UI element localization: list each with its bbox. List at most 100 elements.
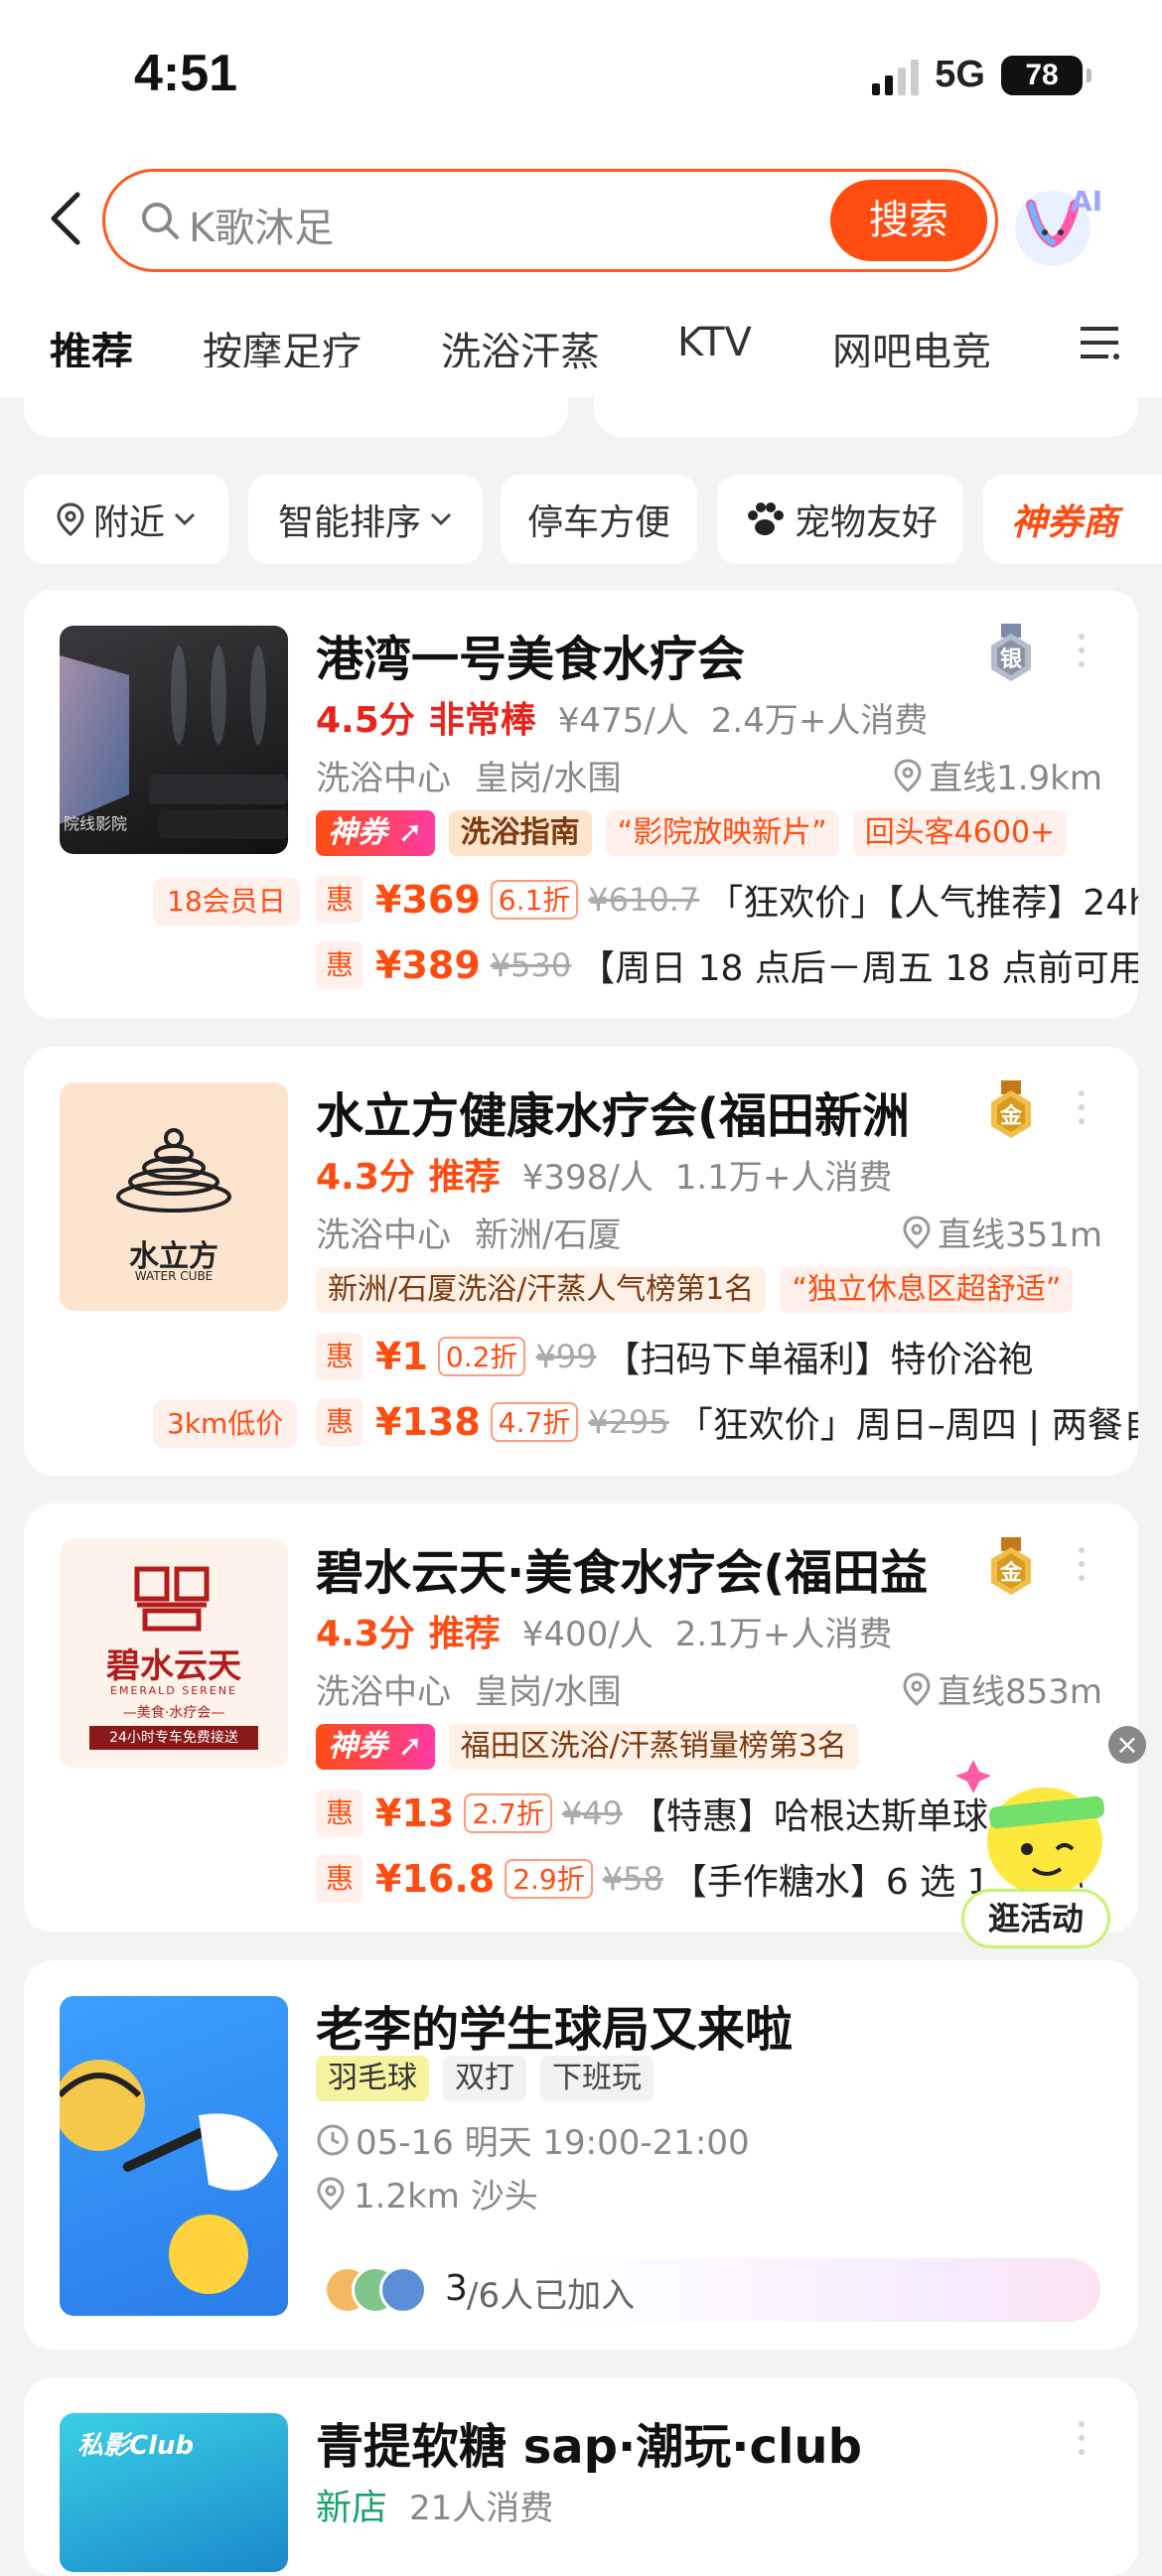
medal-label: 银: [999, 647, 1022, 672]
deal-description: 「狂欢价」【人气推荐】24h: [707, 883, 1138, 924]
filter-label: 宠物友好: [794, 502, 938, 543]
time-tag: 下班玩: [540, 2056, 654, 2101]
deal-row[interactable]: 惠 ¥1 0.2折 ¥99 【扫码下单福利】特价浴袍: [316, 1331, 1034, 1382]
location-icon: [57, 502, 84, 536]
chevron-down-icon: [174, 512, 196, 526]
location-icon: [903, 1671, 931, 1706]
medal-label: 金: [999, 1104, 1022, 1129]
merchant-title: 水立方健康水疗会(福田新洲: [316, 1088, 910, 1144]
new-store-label: 新店: [316, 2488, 388, 2528]
distance-label: 直线853m: [937, 1672, 1102, 1712]
deal-row[interactable]: 惠 ¥138 4.7折 ¥295 「狂欢价」周日–周四 | 两餐自: [316, 1396, 1138, 1448]
thumbnail-logo-sub2: —美食·水疗会—: [122, 1705, 225, 1721]
gold-medal-icon: 金: [987, 1537, 1035, 1597]
close-icon[interactable]: ×: [1108, 1726, 1146, 1764]
thumbnail-logo-text: 碧水云天: [106, 1646, 241, 1686]
menu-icon[interactable]: [1079, 324, 1124, 363]
distance-label: 直线1.9km: [929, 759, 1102, 798]
deal-row[interactable]: 惠 ¥13 2.7折 ¥49 【特惠】哈根达斯单球: [316, 1788, 988, 1839]
rating-word: 推荐: [428, 1157, 501, 1198]
thumbnail-caption: 私影Club: [77, 2431, 195, 2461]
activity-location: 1.2km 沙头: [354, 2177, 538, 2217]
filter-bar: 附近 智能排序 停车方便 宠物友好 神券商: [24, 475, 1162, 564]
deal-price: ¥138: [375, 1400, 481, 1444]
deal-badge: 惠: [316, 941, 363, 989]
network-label: 5G: [935, 54, 985, 95]
filter-coupon-merchant[interactable]: 神券商: [983, 475, 1162, 564]
filter-sort[interactable]: 智能排序: [248, 475, 483, 564]
clock-icon: [317, 2124, 349, 2155]
guide-tag: 洗浴指南: [448, 810, 592, 856]
thumbnail-caption: 院线影院: [64, 814, 128, 833]
more-options-icon[interactable]: [1079, 1090, 1087, 1124]
consume-count: 1.1万+人消费: [674, 1157, 893, 1198]
activity-widget-label[interactable]: 逛活动: [961, 1889, 1110, 1948]
deal-description: 【特惠】哈根达斯单球: [630, 1796, 988, 1837]
search-button[interactable]: 搜索: [830, 180, 987, 261]
activity-float-widget[interactable]: × 逛活动: [953, 1726, 1148, 1954]
search-placeholder[interactable]: K歌沐足: [189, 196, 334, 253]
deal-price: ¥16.8: [375, 1857, 496, 1901]
activity-thumbnail: [60, 1996, 288, 2316]
signal-icon: [872, 56, 920, 95]
search-box[interactable]: K歌沐足 搜索: [102, 169, 998, 272]
filter-label: 停车方便: [526, 502, 670, 543]
deal-description: 【扫码下单福利】特价浴袍: [604, 1340, 1034, 1380]
deal-discount: 4.7折: [490, 1402, 579, 1442]
more-options-icon[interactable]: [1079, 634, 1087, 667]
merchant-title: 青提软糖 sap·潮玩·club: [316, 2419, 862, 2475]
paw-icon: [747, 502, 784, 535]
merchant-card[interactable]: 私影Club 青提软糖 sap·潮玩·club 新店 21人消费: [24, 2377, 1138, 2576]
merchant-card[interactable]: 水立方 WATER CUBE 水立方健康水疗会(福田新洲 金 4.3分 推荐 ¥…: [24, 1047, 1138, 1476]
activity-card[interactable]: 老李的学生球局又来啦 羽毛球 双打 下班玩 05-16 明天 19:00-21:…: [24, 1960, 1138, 2350]
deal-original-price: ¥295: [588, 1403, 669, 1441]
deal-original-price: ¥49: [561, 1794, 623, 1832]
activity-time: 05-16 明天 19:00-21:00: [356, 2123, 750, 2163]
deal-original-price: ¥58: [602, 1860, 663, 1898]
ai-assistant-icon[interactable]: AI: [1009, 177, 1118, 272]
deal-row[interactable]: 惠 ¥369 6.1折 ¥610.7 「狂欢价」【人气推荐】24h: [316, 874, 1138, 926]
distance: 直线1.9km: [893, 751, 1102, 799]
rating-score: 4.5分: [316, 700, 415, 741]
activity-title: 老李的学生球局又来啦: [316, 2002, 794, 2058]
more-options-icon[interactable]: [1079, 2421, 1087, 2455]
rating-word: 推荐: [428, 1614, 501, 1654]
filter-parking[interactable]: 停车方便: [501, 475, 697, 564]
ranking-tag: 新洲/石厦洗浴/汗蒸人气榜第1名: [316, 1267, 767, 1313]
location-icon: [317, 2176, 345, 2211]
merchant-title: 港湾一号美食水疗会: [316, 632, 746, 687]
deal-row[interactable]: 惠 ¥389 ¥530 【周日 18 点后－周五 18 点前可用】: [316, 939, 1138, 991]
merchant-area: 皇岗/水围: [475, 1672, 622, 1712]
merchant-card[interactable]: 院线影院 港湾一号美食水疗会 银 4.5分 非常棒 ¥475/人 2.4万+人消…: [24, 590, 1138, 1019]
consume-count: 2.4万+人消费: [710, 700, 929, 741]
filter-pet-friendly[interactable]: 宠物友好: [717, 475, 963, 564]
rating-score: 4.3分: [316, 1614, 415, 1654]
mascot-icon: [955, 1760, 1105, 1895]
location-icon: [894, 758, 922, 792]
consume-count: 21人消费: [409, 2488, 554, 2528]
merchant-thumbnail: 私影Club: [60, 2413, 288, 2572]
deal-badge: 惠: [316, 1789, 363, 1837]
merchant-category: 洗浴中心: [316, 759, 451, 798]
tab-ktv[interactable]: KTV: [677, 320, 752, 365]
deal-badge: 惠: [316, 1398, 363, 1446]
merchant-thumbnail: 水立方 WATER CUBE: [60, 1082, 288, 1311]
merchant-area: 皇岗/水围: [475, 759, 622, 798]
filter-nearby[interactable]: 附近: [24, 475, 228, 564]
thumbnail-banner: 24小时专车免费接送: [89, 1726, 258, 1750]
silver-medal-icon: 银: [987, 624, 1035, 683]
filter-label: 智能排序: [277, 502, 421, 543]
back-arrow-icon[interactable]: [46, 191, 85, 246]
coupon-tag: 神券 ➚: [316, 810, 435, 856]
gold-medal-icon: 金: [987, 1080, 1035, 1140]
participants-bar[interactable]: 3 /6人已加入: [316, 2258, 1100, 2322]
thumbnail-logo-sub: EMERALD SERENE: [110, 1684, 237, 1697]
merchant-thumbnail: 院线影院: [60, 626, 288, 854]
deal-discount: 6.1折: [490, 880, 579, 920]
price-per-person: ¥398/人: [521, 1157, 654, 1198]
merchant-category: 洗浴中心: [316, 1216, 451, 1255]
deal-price: ¥389: [375, 943, 481, 987]
deal-price: ¥13: [375, 1791, 455, 1835]
more-options-icon[interactable]: [1079, 1547, 1087, 1581]
member-day-badge: 18会员日: [153, 878, 300, 926]
